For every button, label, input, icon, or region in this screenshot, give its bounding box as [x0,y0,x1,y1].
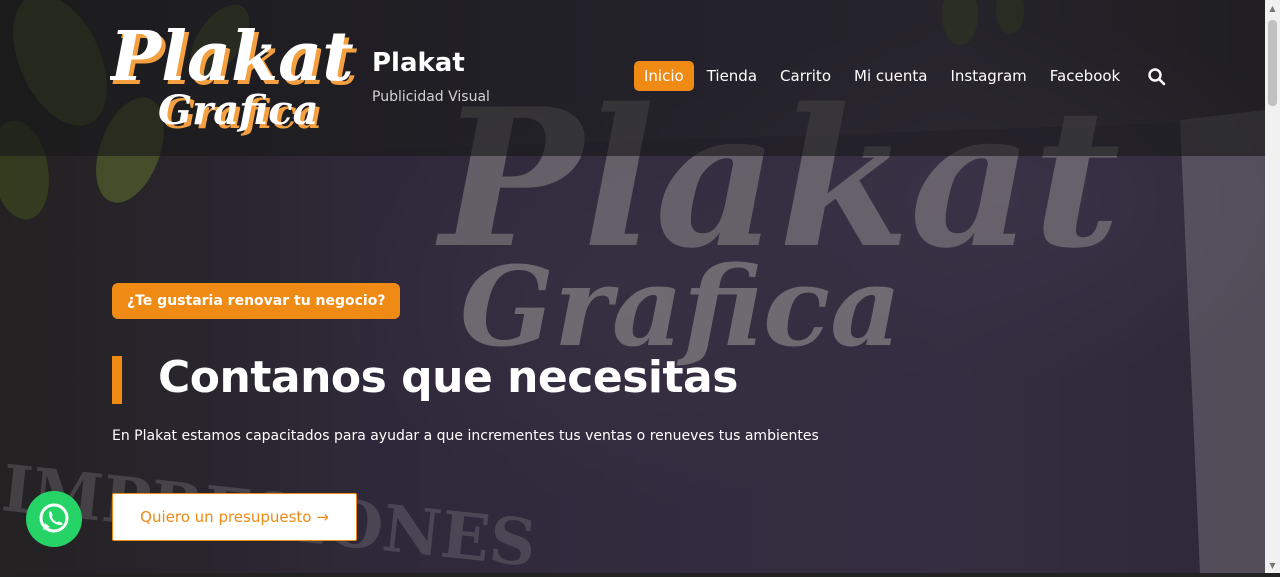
hero-subtext: En Plakat estamos capacitados para ayuda… [112,428,819,444]
site-header: Plakat Plakat Grafica Grafica Plakat Pub… [0,0,1265,156]
svg-text:Plakat: Plakat [110,17,354,97]
whatsapp-icon [39,503,69,533]
hero-heading: Contanos que necesitas [158,352,738,403]
site-logo[interactable]: Plakat Plakat Grafica Grafica [110,12,360,142]
bottom-strip [0,573,1280,577]
quote-button[interactable]: Quiero un presupuesto → [112,493,357,541]
whatsapp-button[interactable] [26,491,82,547]
nav-item-facebook[interactable]: Facebook [1040,61,1130,91]
scrollbar-thumb[interactable] [1268,20,1277,106]
site-tagline: Publicidad Visual [372,89,490,105]
nav-item-mi-cuenta[interactable]: Mi cuenta [844,61,937,91]
nav-item-inicio[interactable]: Inicio [634,61,694,91]
scroll-down-arrow-icon[interactable]: ▼ [1268,561,1277,570]
nav-item-tienda[interactable]: Tienda [697,61,767,91]
nav-item-carrito[interactable]: Carrito [770,61,841,91]
heading-accent-bar [112,356,122,404]
site-title[interactable]: Plakat [372,48,465,78]
svg-text:Grafica: Grafica [158,87,319,134]
main-nav: Inicio Tienda Carrito Mi cuenta Instagra… [634,60,1167,92]
scroll-up-arrow-icon[interactable]: ▲ [1268,4,1277,13]
nav-item-instagram[interactable]: Instagram [940,61,1036,91]
search-icon[interactable] [1147,67,1167,87]
promo-badge: ¿Te gustaria renovar tu negocio? [112,283,401,319]
